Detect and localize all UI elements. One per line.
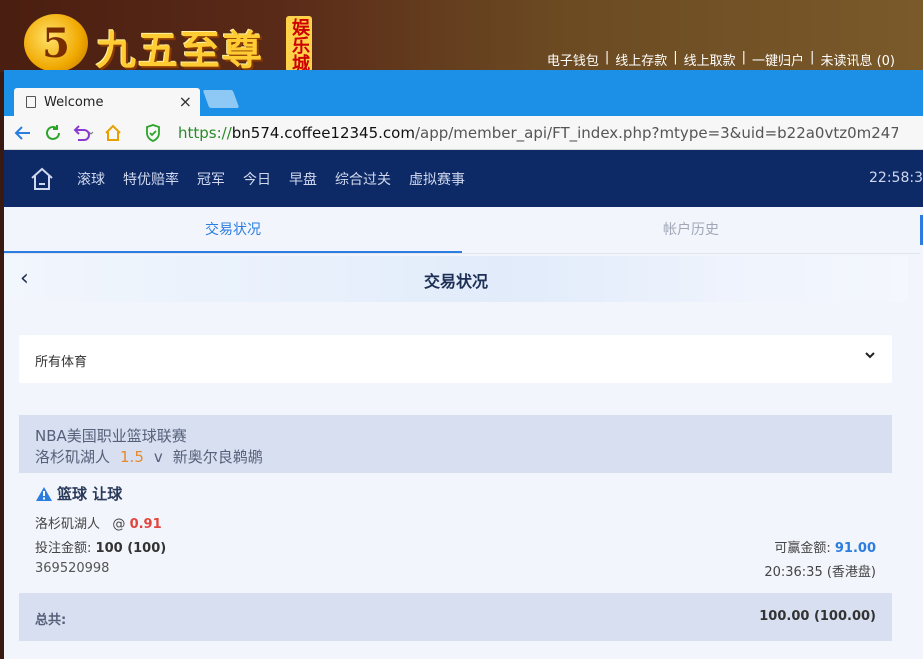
chevron-down-icon: [865, 352, 875, 359]
tab-account-history[interactable]: 帐户历史: [462, 207, 920, 253]
url-host: bn574.coffee12345.com: [231, 123, 415, 142]
home-team: 洛杉矶湖人: [35, 448, 111, 466]
refresh-icon[interactable]: [42, 122, 64, 144]
stake: 投注金额: 100 (100): [35, 537, 166, 556]
warning-icon: [36, 486, 52, 501]
page-title: 交易状况: [423, 272, 488, 291]
new-tab-button[interactable]: [202, 90, 240, 108]
sport-filter-value: 所有体育: [35, 355, 88, 370]
bet-card: NBA美国职业篮球联赛 洛杉矶湖人 1.5 v 新奥尔良鹈鹕 篮球 让球 洛杉矶湖人 …: [19, 415, 892, 641]
url-protocol: https://: [178, 123, 232, 142]
match-header: NBA美国职业篮球联赛 洛杉矶湖人 1.5 v 新奥尔良鹈鹕: [19, 415, 892, 473]
nav-item-best-odds[interactable]: 特优赔率: [123, 169, 179, 189]
tab-welcome[interactable]: Welcome ×: [14, 88, 200, 116]
address-bar: https://bn574.coffee12345.com/app/member…: [4, 116, 923, 150]
close-icon[interactable]: ×: [179, 92, 192, 111]
league-name: NBA美国职业篮球联赛: [35, 427, 187, 445]
sub-tabs: 交易状况 帐户历史: [4, 207, 920, 254]
nav-item-inplay[interactable]: 滚球: [77, 169, 105, 189]
sport-nav-bar: 滚球 特优赔率 冠军 今日 早盘 综合过关 虚拟赛事 22:58:3: [4, 150, 923, 207]
link-separator: |: [673, 50, 678, 65]
page-icon: [26, 96, 36, 108]
sport-filter-select[interactable]: 所有体育: [19, 335, 892, 383]
undo-icon[interactable]: [72, 122, 94, 144]
url-path: /app/member_api/FT_index.php?mtype=3&uid…: [414, 123, 898, 142]
link-separator: |: [604, 50, 610, 65]
total-bar: 总共: 100.00 (100.00): [19, 593, 892, 641]
home-page-icon[interactable]: [102, 122, 124, 144]
site-links: 电子钱包 | 线上存款 | 线上取款 | 一键归户 | 未读讯息 (0): [547, 50, 895, 69]
tab-transactions[interactable]: 交易状况: [4, 207, 462, 253]
bet-type: 篮球 让球: [35, 483, 122, 504]
url-field[interactable]: https://bn574.coffee12345.com/app/member…: [178, 124, 898, 142]
nav-item-outright[interactable]: 冠军: [197, 169, 225, 189]
handicap: 1.5: [120, 448, 144, 466]
bet-type-label: 篮球 让球: [57, 485, 123, 503]
potential-win: 可赢金额: 91.00: [774, 537, 876, 556]
site-logo-icon: 5: [24, 14, 88, 72]
browser-window: Welcome × https://bn574.coffee12345.com/…: [4, 70, 923, 659]
link-deposit[interactable]: 线上存款: [615, 50, 667, 69]
link-separator: |: [810, 50, 815, 65]
clock: 22:58:3: [869, 170, 923, 186]
link-messages[interactable]: 未读讯息 (0): [820, 50, 895, 69]
nav-item-virtual[interactable]: 虚拟赛事: [409, 169, 465, 189]
back-icon[interactable]: [12, 122, 34, 144]
link-withdraw[interactable]: 线上取款: [684, 50, 736, 69]
site-logo-text: 九五至尊: [96, 27, 264, 74]
win-label: 可赢金额:: [774, 541, 831, 556]
page-header: ‹ 交易状况: [4, 256, 908, 302]
stake-label: 投注金额:: [35, 541, 92, 556]
bet-selection: 洛杉矶湖人 @ 0.91: [35, 513, 162, 532]
site-logo-badge: 娱乐城: [286, 16, 312, 72]
match-teams: 洛杉矶湖人 1.5 v 新奥尔良鹈鹕: [35, 446, 263, 467]
total-value: 100.00 (100.00): [759, 609, 876, 624]
odds-value: 0.91: [129, 517, 162, 532]
at-sign: @: [112, 517, 126, 532]
nav-item-early[interactable]: 早盘: [289, 169, 317, 189]
bet-time: 20:36:35 (香港盘): [764, 565, 876, 580]
link-one-click[interactable]: 一键归户: [752, 50, 804, 69]
ticket-id: 369520998: [35, 561, 110, 576]
total-label: 总共:: [35, 613, 67, 628]
nav-item-today[interactable]: 今日: [243, 169, 271, 189]
win-value: 91.00: [834, 541, 876, 556]
stake-value: 100 (100): [95, 541, 167, 556]
nav-item-parlay[interactable]: 综合过关: [335, 169, 391, 189]
tab-bar: Welcome ×: [4, 70, 923, 116]
home-icon[interactable]: [22, 159, 62, 199]
link-separator: |: [741, 50, 747, 65]
selection-team: 洛杉矶湖人: [35, 517, 101, 532]
tab-title: Welcome: [44, 94, 104, 110]
versus: v: [153, 448, 163, 466]
site-header: 5 九五至尊 娱乐城 电子钱包 | 线上存款 | 线上取款 | 一键归户 | 未…: [0, 0, 923, 74]
link-wallet[interactable]: 电子钱包: [547, 50, 599, 69]
shield-icon: [142, 122, 164, 144]
away-team: 新奥尔良鹈鹕: [172, 448, 263, 466]
